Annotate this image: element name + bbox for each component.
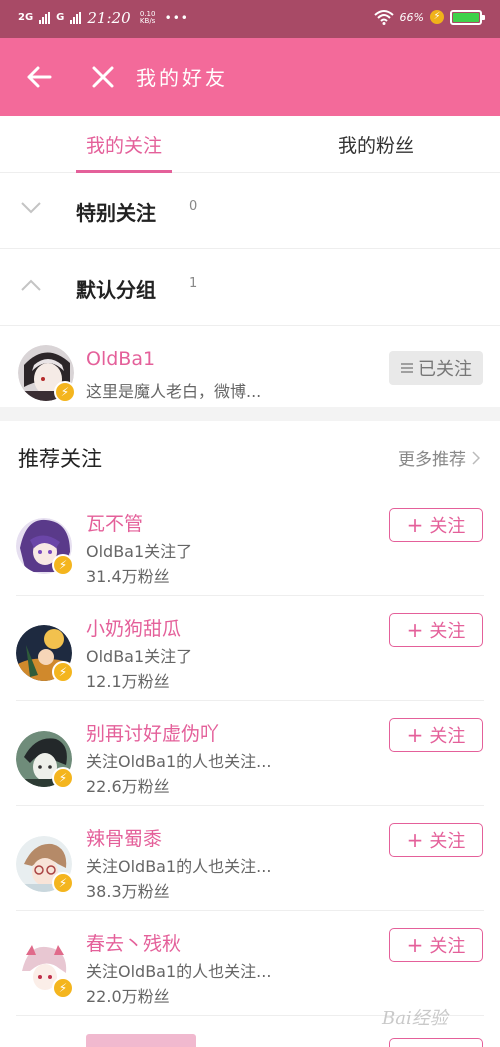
user-description: OldBa1关注了 bbox=[86, 542, 193, 561]
watermark-logo: Bai经验 bbox=[382, 1008, 448, 1029]
user-name[interactable]: 春去丶残秋 bbox=[86, 929, 181, 956]
followed-button[interactable]: 已关注 bbox=[389, 351, 483, 385]
recommend-row[interactable]: ⚡ 瓦不管 OldBa1关注了 31.4万粉丝 + 关注 bbox=[0, 491, 500, 596]
more-recommend-link[interactable]: 更多推荐 bbox=[398, 445, 480, 470]
avatar[interactable]: ⚡ bbox=[16, 836, 74, 894]
user-name[interactable]: 别再讨好虚伪吖 bbox=[86, 719, 219, 746]
chevron-down-icon bbox=[21, 202, 41, 214]
group-name: 默认分组 bbox=[76, 278, 156, 302]
group-special-follow[interactable]: 特别关注 0 bbox=[0, 173, 500, 249]
follow-button-label: 关注 bbox=[429, 516, 466, 537]
group-name: 特别关注 bbox=[76, 201, 156, 225]
follow-button[interactable]: + 关注 bbox=[389, 508, 483, 542]
battery-icon bbox=[450, 9, 485, 25]
plus-icon: + bbox=[406, 513, 424, 537]
fans-count: 22.0万粉丝 bbox=[86, 987, 170, 1006]
plus-icon: + bbox=[406, 828, 424, 852]
battery-percent: 66% bbox=[399, 10, 424, 24]
user-description: OldBa1关注了 bbox=[86, 647, 193, 666]
user-description: 这里是魔人老白，微博... bbox=[86, 382, 262, 401]
chevron-right-icon bbox=[472, 450, 480, 465]
user-name[interactable]: 辣骨蜀黍 bbox=[86, 824, 162, 851]
avatar[interactable]: ⚡ bbox=[16, 731, 74, 789]
verified-badge-icon: ⚡ bbox=[52, 767, 74, 789]
clock: 21:20 bbox=[87, 9, 131, 27]
close-icon[interactable] bbox=[88, 62, 118, 92]
tab-my-fans-label: 我的粉丝 bbox=[337, 135, 414, 157]
plus-icon: + bbox=[406, 933, 424, 957]
follow-button[interactable]: + 关注 bbox=[389, 718, 483, 752]
verified-badge-icon: ⚡ bbox=[52, 977, 74, 999]
charging-icon: ⚡ bbox=[430, 10, 444, 24]
partial-next-row bbox=[86, 1034, 206, 1047]
more-notifications-icon: ••• bbox=[164, 11, 189, 25]
chevron-up-icon bbox=[21, 279, 41, 291]
tab-bar: 我的关注 我的粉丝 bbox=[0, 116, 500, 173]
avatar[interactable]: ⚡ bbox=[16, 941, 74, 999]
partial-next-row-name bbox=[86, 1034, 196, 1047]
signal-2g-label: 2G bbox=[18, 12, 34, 23]
user-name[interactable]: OldBa1 bbox=[86, 348, 155, 370]
follow-button[interactable]: + 关注 bbox=[389, 928, 483, 962]
plus-icon: + bbox=[406, 723, 424, 747]
avatar[interactable]: ⚡ bbox=[16, 518, 74, 576]
app-bar: 我的好友 bbox=[0, 38, 500, 116]
group-count: 0 bbox=[189, 199, 198, 214]
status-bar: 2G G 21:20 0.10 KB/s ••• 66% ⚡ bbox=[0, 0, 500, 38]
group-count: 1 bbox=[189, 276, 198, 291]
section-divider bbox=[0, 407, 500, 421]
follow-button-label: 关注 bbox=[429, 936, 466, 957]
back-arrow-icon[interactable] bbox=[22, 60, 56, 94]
more-recommend-label: 更多推荐 bbox=[398, 450, 466, 470]
tab-my-following-label: 我的关注 bbox=[85, 135, 162, 157]
verified-badge-icon: ⚡ bbox=[52, 872, 74, 894]
tab-my-following[interactable]: 我的关注 bbox=[60, 116, 188, 173]
user-name[interactable]: 小奶狗甜瓜 bbox=[86, 614, 181, 641]
follow-button[interactable]: + 关注 bbox=[389, 823, 483, 857]
user-description: 关注OldBa1的人也关注... bbox=[86, 962, 272, 981]
wifi-icon bbox=[373, 10, 394, 25]
user-description: 关注OldBa1的人也关注... bbox=[86, 857, 272, 876]
recommend-row[interactable]: ⚡ 春去丶残秋 关注OldBa1的人也关注... 22.0万粉丝 + 关注 bbox=[0, 911, 500, 1016]
follow-button-label: 关注 bbox=[429, 831, 466, 852]
avatar[interactable]: ⚡ bbox=[16, 625, 74, 683]
network-speed: 0.10 KB/s bbox=[139, 10, 156, 25]
follow-button-label: 关注 bbox=[429, 726, 466, 747]
verified-badge-icon: ⚡ bbox=[52, 661, 74, 683]
follow-button[interactable]: + 关注 bbox=[389, 613, 483, 647]
group-default[interactable]: 默认分组 1 bbox=[0, 250, 500, 326]
follow-button-label: 关注 bbox=[429, 621, 466, 642]
fans-count: 38.3万粉丝 bbox=[86, 882, 170, 901]
verified-badge-icon: ⚡ bbox=[52, 554, 74, 576]
plus-icon: + bbox=[406, 618, 424, 642]
followed-button-label: 已关注 bbox=[418, 359, 472, 380]
fans-count: 22.6万粉丝 bbox=[86, 777, 170, 796]
verified-badge-icon: ⚡ bbox=[54, 381, 76, 403]
partial-follow-button bbox=[389, 1038, 483, 1047]
user-name[interactable]: 瓦不管 bbox=[86, 509, 143, 536]
signal-bars-icon bbox=[39, 12, 51, 24]
recommend-row[interactable]: ⚡ 小奶狗甜瓜 OldBa1关注了 12.1万粉丝 + 关注 bbox=[0, 596, 500, 701]
recommend-row[interactable]: ⚡ 别再讨好虚伪吖 关注OldBa1的人也关注... 22.6万粉丝 + 关注 bbox=[0, 701, 500, 806]
page-title: 我的好友 bbox=[136, 66, 228, 90]
fans-count: 12.1万粉丝 bbox=[86, 672, 170, 691]
signal-g-label: G bbox=[56, 12, 65, 23]
recommend-title: 推荐关注 bbox=[18, 447, 102, 471]
user-description: 关注OldBa1的人也关注... bbox=[86, 752, 272, 771]
fans-count: 31.4万粉丝 bbox=[86, 567, 170, 586]
menu-lines-icon bbox=[401, 363, 413, 373]
avatar[interactable]: ⚡ bbox=[18, 345, 76, 403]
tab-my-fans[interactable]: 我的粉丝 bbox=[312, 116, 440, 173]
signal-bars-icon-2 bbox=[70, 12, 82, 24]
recommend-header: 推荐关注 更多推荐 bbox=[0, 421, 500, 491]
recommend-row[interactable]: ⚡ 辣骨蜀黍 关注OldBa1的人也关注... 38.3万粉丝 + 关注 bbox=[0, 806, 500, 911]
